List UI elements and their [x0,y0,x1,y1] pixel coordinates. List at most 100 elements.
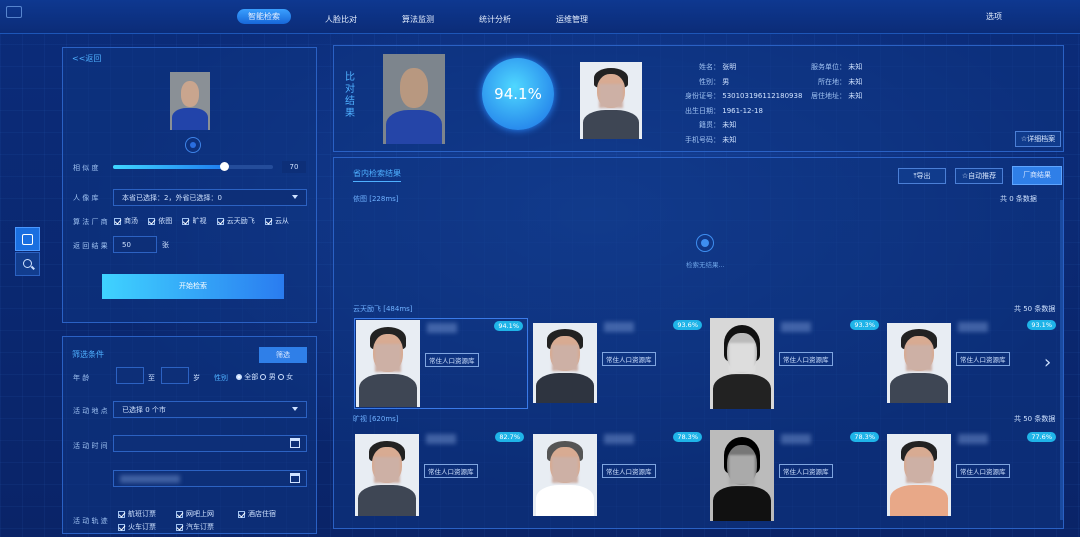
chevron-down-icon [292,195,298,199]
similarity-badge: 93.1% [1027,320,1056,330]
unit-value: 未知 [848,63,863,71]
similarity-slider-fill [113,165,225,169]
nav-options[interactable]: 选项 [980,11,1008,22]
matched-photo [580,62,642,139]
radio-icon [260,374,267,380]
vendor-results-button[interactable]: 厂商结果 [1012,166,1062,185]
face-scan-button[interactable] [15,227,40,251]
track-name: 汽车订票 [186,523,214,531]
result-card[interactable]: 78.3% 常住人口资源库 [532,430,706,516]
blurred-name [427,323,457,333]
back-link[interactable]: <<返回 [72,53,101,64]
gender-radio-all[interactable]: 全部 [236,373,258,381]
filter-button[interactable]: 筛选 [259,347,307,363]
track-checkbox-netbar[interactable]: 网吧上网 [176,509,214,519]
birth-value: 1961-12-18 [722,106,763,115]
time-start-input[interactable] [113,435,307,452]
calendar-icon[interactable] [290,473,300,483]
checkbox-icon [114,217,121,225]
track-checkbox-flight[interactable]: 航班订票 [118,509,156,519]
query-image [383,54,445,144]
nav-item-search[interactable]: 智能检索 [237,9,291,24]
blurred-name [604,322,634,332]
result-card[interactable]: 94.1% 常住人口资源库 [354,318,528,409]
results-scrollbar[interactable] [1060,200,1063,520]
similarity-badge: 93.3% [850,320,879,330]
track-checkbox-train[interactable]: 火车订票 [118,522,156,532]
search-icon-handle [31,265,35,270]
result-photo [710,430,774,521]
vendor-checkbox[interactable]: 商汤 [114,217,138,225]
result-photo [887,323,951,403]
resource-tag: 常住人口资源库 [602,352,656,366]
resource-tag: 常住人口资源库 [779,464,833,478]
auto-recommend-button[interactable]: ☆自动推荐 [955,168,1003,184]
search-side-button[interactable] [15,252,40,276]
checkbox-icon [118,510,125,518]
section-count-yuntian: 共 50 条数据 [1014,305,1056,313]
empty-result-text: 检索无结果... [686,261,725,269]
tab-province-results[interactable]: 省内检索结果 [353,168,401,182]
result-card[interactable]: 77.6% 常住人口资源库 [886,430,1060,516]
track-checkbox-hotel[interactable]: 酒店住宿 [238,509,276,519]
vendor-checkbox[interactable]: 云从 [264,217,289,225]
age-max-input[interactable] [161,367,189,384]
track-name: 网吧上网 [186,510,214,518]
vendor-checkbox[interactable]: 云天励飞 [216,217,255,225]
time-label: 活 动 时 间 [73,442,108,450]
nav-item-ops[interactable]: 运维管理 [549,14,595,25]
vendor-checkbox[interactable]: 旷视 [182,217,206,225]
place-select[interactable]: 已选择 0 个市 [113,401,307,418]
rotate-icon[interactable] [185,137,201,153]
vendor-name: 云天励飞 [226,217,255,225]
result-photo [887,434,951,516]
checkbox-icon [176,523,183,531]
vendor-checkboxes: 商汤 依图 旷视 云天励飞 云从 [114,216,289,226]
calendar-icon[interactable] [290,438,300,448]
gender-radio-female[interactable]: 女 [277,373,294,381]
gender-label: 性别 [214,374,228,382]
result-card[interactable]: 93.3% 常住人口资源库 [709,318,883,409]
nav-item-face-compare[interactable]: 人脸比对 [318,14,364,25]
result-photo [533,434,597,516]
result-card[interactable]: 93.6% 常住人口资源库 [532,318,706,404]
nav-item-algorithm[interactable]: 算法监测 [395,14,441,25]
time-end-input[interactable] [113,470,307,487]
export-button[interactable]: ⤒导出 [898,168,946,184]
start-search-button[interactable]: 开始检索 [102,274,284,299]
vendor-label: 算 法 厂 商 [73,218,108,226]
blurred-value [120,475,180,483]
match-score: 94.1% [482,58,554,130]
checkbox-icon [238,510,245,518]
library-select[interactable]: 本省已选择：2，外省已选择：0 [113,189,307,206]
age-min-input[interactable] [116,367,144,384]
similarity-badge: 93.6% [673,320,702,330]
track-checkbox-bus[interactable]: 汽车订票 [176,522,214,532]
similarity-label: 相 似 度 [73,164,99,172]
chevron-down-icon [292,407,298,411]
resource-tag: 常住人口资源库 [602,464,656,478]
result-photo [356,320,420,407]
result-card[interactable]: 78.3% 常住人口资源库 [709,430,883,521]
gender-option: 女 [286,373,294,381]
vendor-checkbox[interactable]: 依图 [148,217,172,225]
place-select-value: 已选择 0 个市 [122,406,166,414]
nav-item-stats[interactable]: 统计分析 [472,14,518,25]
return-count-input[interactable]: 50 [113,236,157,253]
result-card[interactable]: 82.7% 常住人口资源库 [354,430,528,516]
result-photo [710,318,774,409]
similarity-slider[interactable] [113,162,273,171]
similarity-badge: 94.1% [494,321,523,331]
gender-radio-male[interactable]: 男 [260,373,276,381]
vendor-name: 依图 [158,217,173,225]
gender-option: 男 [268,373,276,381]
id-value: 530103196112180938 [722,92,803,100]
detail-profile-button[interactable]: ☆详细档案 [1015,131,1061,147]
name-key: 姓名： [699,63,720,71]
result-photo [355,434,419,516]
address-value: 未知 [848,92,863,100]
similarity-badge: 77.6% [1027,432,1056,442]
result-card[interactable]: 93.1% 常住人口资源库 [886,318,1060,404]
blurred-name [958,434,988,444]
similarity-badge: 78.3% [850,432,879,442]
